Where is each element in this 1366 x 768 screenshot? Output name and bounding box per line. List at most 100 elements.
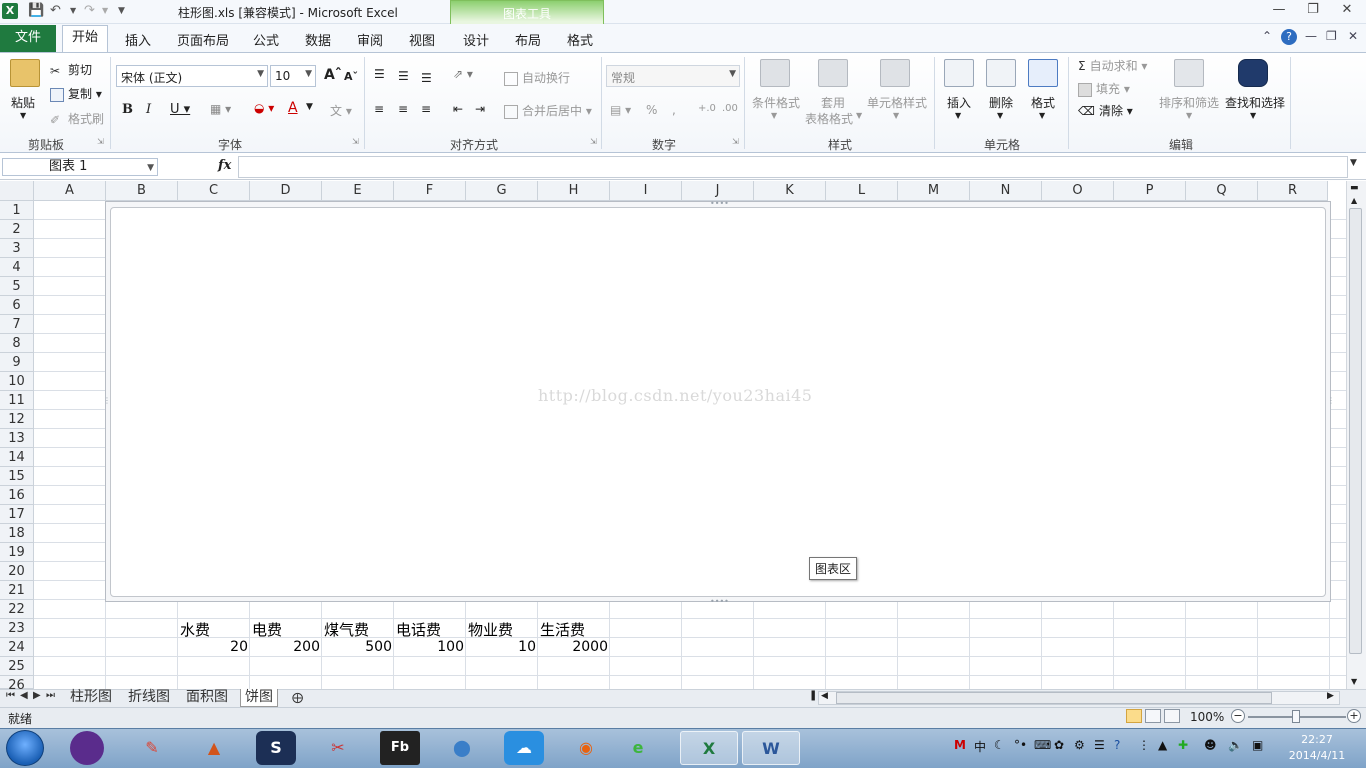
- format-cells-button[interactable]: 格式: [1031, 94, 1055, 111]
- excel-taskbar-icon[interactable]: X: [680, 731, 738, 765]
- scroll-right-icon[interactable]: ▶: [1327, 691, 1334, 701]
- column-header-E[interactable]: E: [322, 181, 394, 201]
- font-size-select[interactable]: 10 ▼: [270, 65, 316, 87]
- tray-options-icon[interactable]: ⋮: [1138, 738, 1150, 752]
- excel-app-icon[interactable]: X: [2, 3, 18, 19]
- tab-insert[interactable]: 插入: [125, 30, 151, 49]
- tab-split-handle-icon[interactable]: ❚: [809, 690, 817, 701]
- browser-e-icon[interactable]: e: [618, 731, 658, 765]
- shrink-font-icon[interactable]: Aˇ: [344, 70, 358, 83]
- resize-handle-left[interactable]: ⋮: [103, 396, 111, 405]
- autosum-button[interactable]: Σ 自动求和 ▾: [1078, 57, 1147, 74]
- underline-button[interactable]: U ▾: [170, 102, 190, 117]
- ime-help-icon[interactable]: ?: [1114, 738, 1120, 752]
- row-header-24[interactable]: 24: [0, 638, 34, 657]
- network-icon[interactable]: ▣: [1252, 738, 1263, 752]
- cell-C24[interactable]: 20: [178, 639, 248, 655]
- italic-button[interactable]: I: [146, 102, 151, 117]
- wrap-text-button[interactable]: 自动换行: [504, 69, 570, 86]
- tab-view[interactable]: 视图: [409, 30, 435, 49]
- cell-E24[interactable]: 500: [322, 639, 392, 655]
- insert-cells-dropdown-icon[interactable]: ▼: [955, 111, 961, 120]
- row-header-19[interactable]: 19: [0, 543, 34, 562]
- paste-icon[interactable]: [10, 59, 40, 87]
- orientation-icon[interactable]: ⇗ ▾: [453, 67, 473, 81]
- cell-D24[interactable]: 200: [250, 639, 320, 655]
- column-header-D[interactable]: D: [250, 181, 322, 201]
- start-button[interactable]: [6, 730, 44, 766]
- system-clock[interactable]: 22:27 2014/4/11: [1286, 732, 1348, 764]
- row-header-3[interactable]: 3: [0, 239, 34, 258]
- resize-handle-top[interactable]: ••••: [710, 199, 729, 208]
- row-header-23[interactable]: 23: [0, 619, 34, 638]
- last-sheet-icon[interactable]: ⏭: [46, 690, 55, 701]
- undo-icon[interactable]: ↶: [50, 3, 61, 19]
- tab-layout[interactable]: 布局: [515, 30, 541, 49]
- cloud-app-icon[interactable]: ☁: [504, 731, 544, 765]
- alignment-launcher-icon[interactable]: ⇲: [590, 137, 597, 146]
- insert-cells-button[interactable]: 插入: [947, 94, 971, 111]
- binoculars-icon[interactable]: [1238, 59, 1268, 87]
- restore-button[interactable]: ❐: [1300, 2, 1326, 17]
- ime-m-icon[interactable]: M: [954, 738, 966, 752]
- font-color-dropdown-icon[interactable]: ▼: [306, 102, 313, 112]
- resize-handle-bottom[interactable]: ••••: [710, 597, 729, 606]
- row-header-6[interactable]: 6: [0, 296, 34, 315]
- row-header-9[interactable]: 9: [0, 353, 34, 372]
- find-select-button[interactable]: 查找和选择: [1225, 94, 1285, 111]
- row-header-18[interactable]: 18: [0, 524, 34, 543]
- row-header-12[interactable]: 12: [0, 410, 34, 429]
- accounting-format-icon[interactable]: ▤ ▾: [610, 103, 631, 117]
- decrease-indent-icon[interactable]: ⇤: [453, 102, 463, 116]
- cell-E23[interactable]: 煤气费: [324, 619, 369, 640]
- undo-dropdown-icon[interactable]: ▼: [70, 3, 76, 19]
- font-color-button[interactable]: A: [288, 100, 298, 116]
- table-format-dropdown-icon[interactable]: ▼: [856, 111, 862, 120]
- row-header-1[interactable]: 1: [0, 201, 34, 220]
- conditional-format-button[interactable]: 条件格式: [752, 94, 800, 111]
- skin-icon[interactable]: ✿: [1054, 738, 1064, 752]
- clear-button[interactable]: ⌫ 清除 ▾: [1078, 102, 1133, 119]
- paste-dropdown-icon[interactable]: ▼: [20, 111, 26, 120]
- redo-icon[interactable]: ↷: [84, 3, 95, 19]
- ime-menu-icon[interactable]: ☰: [1094, 738, 1105, 752]
- row-header-16[interactable]: 16: [0, 486, 34, 505]
- row-header-22[interactable]: 22: [0, 600, 34, 619]
- font-launcher-icon[interactable]: ⇲: [352, 137, 359, 146]
- prev-sheet-icon[interactable]: ◀: [20, 690, 28, 701]
- split-handle-icon[interactable]: ▬: [1350, 183, 1359, 193]
- virtualbox-icon[interactable]: ⬤: [442, 731, 482, 765]
- number-format-select[interactable]: 常规 ▼: [606, 65, 740, 87]
- row-header-21[interactable]: 21: [0, 581, 34, 600]
- align-middle-icon[interactable]: ☰: [398, 69, 409, 83]
- number-launcher-icon[interactable]: ⇲: [732, 137, 739, 146]
- sort-filter-dropdown-icon[interactable]: ▼: [1186, 111, 1192, 120]
- minimize-button[interactable]: —: [1266, 2, 1292, 17]
- border-button[interactable]: ▦ ▾: [210, 102, 231, 116]
- formula-input[interactable]: [238, 156, 1348, 178]
- column-header-J[interactable]: J: [682, 181, 754, 201]
- moon-icon[interactable]: ☾: [994, 738, 1005, 752]
- app-s-icon[interactable]: S: [256, 731, 296, 765]
- sort-filter-icon[interactable]: [1174, 59, 1204, 87]
- find-select-dropdown-icon[interactable]: ▼: [1250, 111, 1256, 120]
- redo-dropdown-icon[interactable]: ▼: [102, 3, 108, 19]
- format-painter-button[interactable]: ✐ 格式刷: [50, 110, 104, 127]
- fill-color-button[interactable]: ◒ ▾: [254, 101, 274, 115]
- tab-home[interactable]: 开始: [62, 25, 108, 53]
- tab-data[interactable]: 数据: [305, 30, 331, 49]
- conditional-format-icon[interactable]: [760, 59, 790, 87]
- copy-button[interactable]: 复制 ▾: [50, 85, 102, 102]
- format-cells-icon[interactable]: [1028, 59, 1058, 87]
- keyboard-icon[interactable]: ⌨: [1034, 738, 1051, 752]
- row-header-15[interactable]: 15: [0, 467, 34, 486]
- scroll-up-icon[interactable]: ▲: [1351, 196, 1357, 205]
- column-header-R[interactable]: R: [1258, 181, 1328, 201]
- table-format-icon[interactable]: [818, 59, 848, 87]
- volume-icon[interactable]: 🔈: [1228, 738, 1243, 752]
- help-icon[interactable]: ?: [1281, 29, 1297, 45]
- fill-button[interactable]: 填充 ▾: [1078, 80, 1130, 97]
- delete-cells-icon[interactable]: [986, 59, 1016, 87]
- cell-G24[interactable]: 10: [466, 639, 536, 655]
- column-header-Q[interactable]: Q: [1186, 181, 1258, 201]
